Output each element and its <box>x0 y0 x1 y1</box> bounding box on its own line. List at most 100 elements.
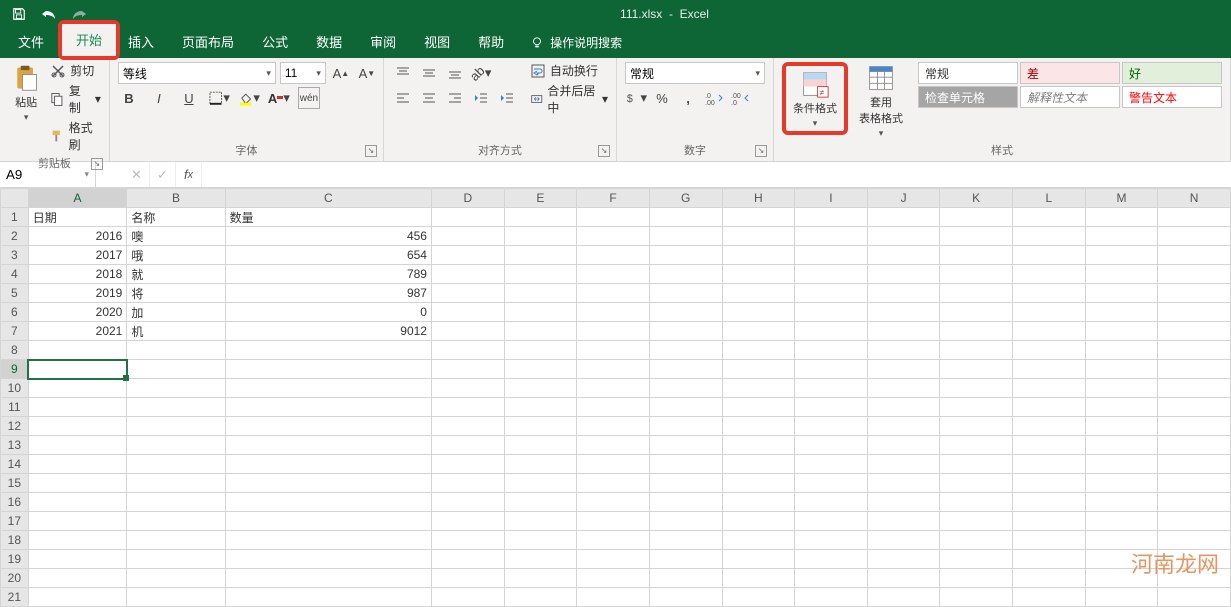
column-header[interactable]: N <box>1158 189 1231 208</box>
cell[interactable] <box>577 455 650 474</box>
cell[interactable] <box>1158 455 1231 474</box>
cell[interactable] <box>577 588 650 607</box>
cell[interactable] <box>1158 341 1231 360</box>
merge-center-button[interactable]: 合并后居中▾ <box>530 82 608 116</box>
cell[interactable] <box>127 417 225 436</box>
cell[interactable] <box>795 436 868 455</box>
cell[interactable] <box>127 512 225 531</box>
cell[interactable] <box>867 550 940 569</box>
cell[interactable] <box>431 322 504 341</box>
cell[interactable] <box>1013 493 1086 512</box>
cell[interactable] <box>431 417 504 436</box>
column-header[interactable]: K <box>940 189 1013 208</box>
cell[interactable] <box>1013 569 1086 588</box>
cell[interactable]: 将 <box>127 284 225 303</box>
cell[interactable] <box>28 455 127 474</box>
cell[interactable] <box>795 569 868 588</box>
cell[interactable] <box>1085 246 1158 265</box>
row-header[interactable]: 18 <box>1 531 29 550</box>
cell[interactable] <box>577 227 650 246</box>
cell[interactable] <box>504 550 577 569</box>
cell-style-good[interactable]: 好 <box>1122 62 1222 84</box>
font-color-button[interactable]: A▾ <box>268 87 290 109</box>
cell[interactable] <box>577 417 650 436</box>
cell[interactable]: 0 <box>225 303 431 322</box>
cell[interactable] <box>1085 493 1158 512</box>
cell[interactable]: 机 <box>127 322 225 341</box>
cell[interactable] <box>867 265 940 284</box>
cell[interactable] <box>28 398 127 417</box>
italic-button[interactable]: I <box>148 87 170 109</box>
cell[interactable] <box>867 455 940 474</box>
copy-button[interactable]: 复制▾ <box>50 82 101 116</box>
cell[interactable] <box>867 588 940 607</box>
cell[interactable] <box>504 455 577 474</box>
cell[interactable] <box>867 436 940 455</box>
cell[interactable] <box>722 303 795 322</box>
cell[interactable] <box>431 360 504 379</box>
font-name-combo[interactable]: ▾ <box>118 62 276 84</box>
cell[interactable] <box>940 493 1013 512</box>
decrease-indent-button[interactable] <box>470 87 492 109</box>
tab-review[interactable]: 审阅 <box>356 26 410 58</box>
cell[interactable] <box>225 436 431 455</box>
cell[interactable] <box>28 341 127 360</box>
cell[interactable] <box>1013 512 1086 531</box>
cell[interactable] <box>577 265 650 284</box>
cell[interactable] <box>649 284 722 303</box>
cell[interactable] <box>795 341 868 360</box>
cell[interactable] <box>940 512 1013 531</box>
cell[interactable] <box>1085 455 1158 474</box>
cell[interactable] <box>577 284 650 303</box>
cut-button[interactable]: 剪切 <box>50 62 101 79</box>
cell[interactable] <box>1158 436 1231 455</box>
cell[interactable] <box>1085 208 1158 227</box>
cell[interactable] <box>867 360 940 379</box>
comma-button[interactable]: , <box>677 87 699 109</box>
cell[interactable]: 哦 <box>127 246 225 265</box>
cell[interactable] <box>1085 588 1158 607</box>
cell[interactable] <box>649 493 722 512</box>
cell[interactable] <box>431 208 504 227</box>
cell[interactable] <box>1158 322 1231 341</box>
row-header[interactable]: 19 <box>1 550 29 569</box>
cell[interactable] <box>1013 398 1086 417</box>
align-middle-button[interactable] <box>418 62 440 84</box>
formula-input[interactable] <box>202 162 1231 187</box>
cell[interactable] <box>127 436 225 455</box>
column-header[interactable]: F <box>577 189 650 208</box>
cell[interactable] <box>1013 455 1086 474</box>
cell[interactable] <box>1085 265 1158 284</box>
cell[interactable] <box>649 265 722 284</box>
percent-button[interactable]: % <box>651 87 673 109</box>
cell[interactable] <box>127 569 225 588</box>
cell[interactable] <box>795 474 868 493</box>
row-header[interactable]: 1 <box>1 208 29 227</box>
cell[interactable] <box>940 341 1013 360</box>
cell[interactable] <box>867 398 940 417</box>
row-header[interactable]: 12 <box>1 417 29 436</box>
enter-formula-button[interactable]: ✓ <box>150 162 176 187</box>
cell[interactable] <box>795 379 868 398</box>
cell[interactable] <box>940 227 1013 246</box>
row-header[interactable]: 6 <box>1 303 29 322</box>
spreadsheet-grid[interactable]: ABCDEFGHIJKLMN1日期名称数量22016噢45632017哦6544… <box>0 188 1231 607</box>
cell[interactable] <box>431 512 504 531</box>
cell[interactable] <box>127 493 225 512</box>
cell[interactable] <box>127 550 225 569</box>
cell[interactable]: 987 <box>225 284 431 303</box>
cell[interactable] <box>722 227 795 246</box>
cell[interactable] <box>1085 360 1158 379</box>
cell[interactable] <box>28 436 127 455</box>
cell[interactable] <box>722 322 795 341</box>
row-header[interactable]: 7 <box>1 322 29 341</box>
cell[interactable] <box>577 246 650 265</box>
cell[interactable] <box>867 246 940 265</box>
cell[interactable] <box>867 493 940 512</box>
cell[interactable] <box>649 341 722 360</box>
column-header[interactable]: E <box>504 189 577 208</box>
cell[interactable] <box>649 208 722 227</box>
cell[interactable] <box>940 284 1013 303</box>
cell[interactable]: 789 <box>225 265 431 284</box>
cell[interactable] <box>504 398 577 417</box>
